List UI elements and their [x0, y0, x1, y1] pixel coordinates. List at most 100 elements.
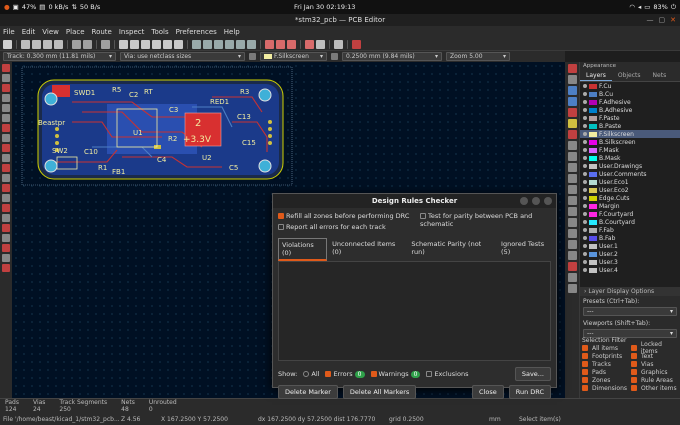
layer-row[interactable]: F.Fab [580, 226, 680, 234]
layer-color-swatch[interactable] [589, 107, 597, 113]
menu-preferences[interactable]: Preferences [176, 28, 217, 36]
visibility-eye-icon[interactable] [583, 220, 587, 224]
checkbox-icon[interactable] [420, 213, 426, 219]
visibility-eye-icon[interactable] [583, 180, 587, 184]
filter-item[interactable]: Graphics [631, 368, 680, 376]
draw-line-icon[interactable] [567, 152, 577, 161]
show-scripting-icon[interactable] [2, 254, 10, 262]
visibility-eye-icon[interactable] [583, 148, 587, 152]
layer-row[interactable]: F.Cu [580, 82, 680, 90]
checkbox-icon[interactable] [582, 353, 588, 359]
delete-icon[interactable] [567, 262, 577, 271]
footprint-viewer-icon[interactable] [287, 39, 296, 49]
parity-option[interactable]: Test for parity between PCB and schemati… [420, 212, 556, 228]
layer-row[interactable]: User.2 [580, 250, 680, 258]
tune-length-icon[interactable] [567, 108, 577, 117]
checkbox-icon[interactable] [582, 361, 588, 367]
visibility-eye-icon[interactable] [583, 116, 587, 120]
drc-icon[interactable] [305, 39, 314, 49]
tab-nets[interactable]: Nets [647, 71, 673, 81]
layer-row[interactable]: B.Fab [580, 234, 680, 242]
units-mil-icon[interactable] [2, 104, 10, 112]
menu-edit[interactable]: Edit [22, 28, 36, 36]
layer-color-swatch[interactable] [589, 179, 597, 185]
checkbox-icon[interactable] [370, 371, 377, 377]
visibility-eye-icon[interactable] [583, 196, 587, 200]
grid-icon[interactable] [2, 74, 10, 82]
filter-item[interactable]: Pads [582, 368, 631, 376]
visibility-eye-icon[interactable] [583, 188, 587, 192]
checkbox-icon[interactable] [278, 213, 284, 219]
tab-unconnected[interactable]: Unconnected Items (0) [329, 238, 406, 261]
rotate-ccw-icon[interactable] [192, 39, 201, 49]
net-inspector-icon[interactable] [2, 194, 10, 202]
layer-color-swatch[interactable] [589, 123, 597, 129]
layer-pair-icon[interactable] [331, 53, 338, 60]
rule-area-icon[interactable] [567, 141, 577, 150]
unlock-icon[interactable] [247, 39, 256, 49]
presets-select[interactable]: --- ▾ [583, 307, 677, 316]
high-contrast-icon[interactable] [2, 184, 10, 192]
refresh-icon[interactable] [119, 39, 128, 49]
filter-item[interactable]: Rule Areas [631, 376, 680, 384]
add-via-icon[interactable] [567, 119, 577, 128]
tracks-outline-icon[interactable] [2, 174, 10, 182]
visibility-eye-icon[interactable] [583, 236, 587, 240]
menu-file[interactable]: File [3, 28, 15, 36]
layer-row[interactable]: F.Courtyard [580, 210, 680, 218]
checkbox-icon[interactable] [631, 361, 637, 367]
layer-row[interactable]: F.Paste [580, 114, 680, 122]
filter-item[interactable]: All items [582, 344, 631, 352]
layer-color-swatch[interactable] [589, 171, 597, 177]
mounting-hole-tr[interactable] [258, 88, 272, 102]
delete-marker-button[interactable]: Delete Marker [278, 385, 338, 399]
filter-item[interactable]: Zones [582, 376, 631, 384]
layer-row[interactable]: User.Comments [580, 170, 680, 178]
measure-icon[interactable] [567, 284, 577, 293]
ratsnest-icon[interactable] [2, 134, 10, 142]
polar-coords-icon[interactable] [2, 84, 10, 92]
visibility-eye-icon[interactable] [583, 132, 587, 136]
show-warnings-check[interactable]: Warnings 0 [370, 370, 421, 378]
checkbox-icon[interactable] [631, 369, 637, 375]
zoom-select[interactable]: Zoom 5.00 ▾ [446, 52, 510, 61]
close-button[interactable]: Close [472, 385, 504, 399]
mounting-hole-bl[interactable] [44, 159, 58, 173]
layer-color-swatch[interactable] [589, 227, 597, 233]
visibility-eye-icon[interactable] [583, 204, 587, 208]
visibility-eye-icon[interactable] [583, 252, 587, 256]
menu-place[interactable]: Place [66, 28, 85, 36]
vias-outline-icon[interactable] [2, 164, 10, 172]
filter-item[interactable]: Footprints [582, 352, 631, 360]
properties-icon[interactable] [2, 214, 10, 222]
checkbox-icon[interactable] [582, 377, 588, 383]
select-icon[interactable] [567, 64, 577, 73]
radio-icon[interactable] [303, 371, 310, 377]
lock-icon[interactable] [236, 39, 245, 49]
pads-outline-icon[interactable] [2, 154, 10, 162]
filter-item[interactable]: Other items [631, 384, 680, 392]
layer-row[interactable]: User.1 [580, 242, 680, 250]
tab-ignored-tests[interactable]: Ignored Tests (5) [498, 238, 556, 261]
layer-row[interactable]: Margin [580, 202, 680, 210]
board-setup-side-icon[interactable] [2, 264, 10, 272]
checkbox-icon[interactable] [278, 224, 284, 230]
layer-row[interactable]: User.Eco1 [580, 178, 680, 186]
add-text-icon[interactable] [567, 218, 577, 227]
layer-row[interactable]: B.Adhesive [580, 106, 680, 114]
flip-icon[interactable] [214, 39, 223, 49]
visibility-eye-icon[interactable] [583, 100, 587, 104]
schematic-icon[interactable] [352, 39, 361, 49]
add-table-icon[interactable] [567, 240, 577, 249]
layer-row[interactable]: User.Drawings [580, 162, 680, 170]
checkbox-icon[interactable] [582, 345, 588, 351]
visibility-eye-icon[interactable] [583, 84, 587, 88]
undo-icon[interactable] [72, 39, 81, 49]
netlist-icon[interactable] [265, 39, 274, 49]
checkbox-icon[interactable] [631, 353, 637, 359]
visibility-eye-icon[interactable] [583, 92, 587, 96]
layer-row[interactable]: F.Silkscreen [580, 130, 680, 138]
mounting-hole-tl[interactable] [44, 92, 58, 106]
filter-item[interactable]: Locked items [631, 341, 680, 355]
save-button[interactable]: Save... [514, 367, 551, 381]
